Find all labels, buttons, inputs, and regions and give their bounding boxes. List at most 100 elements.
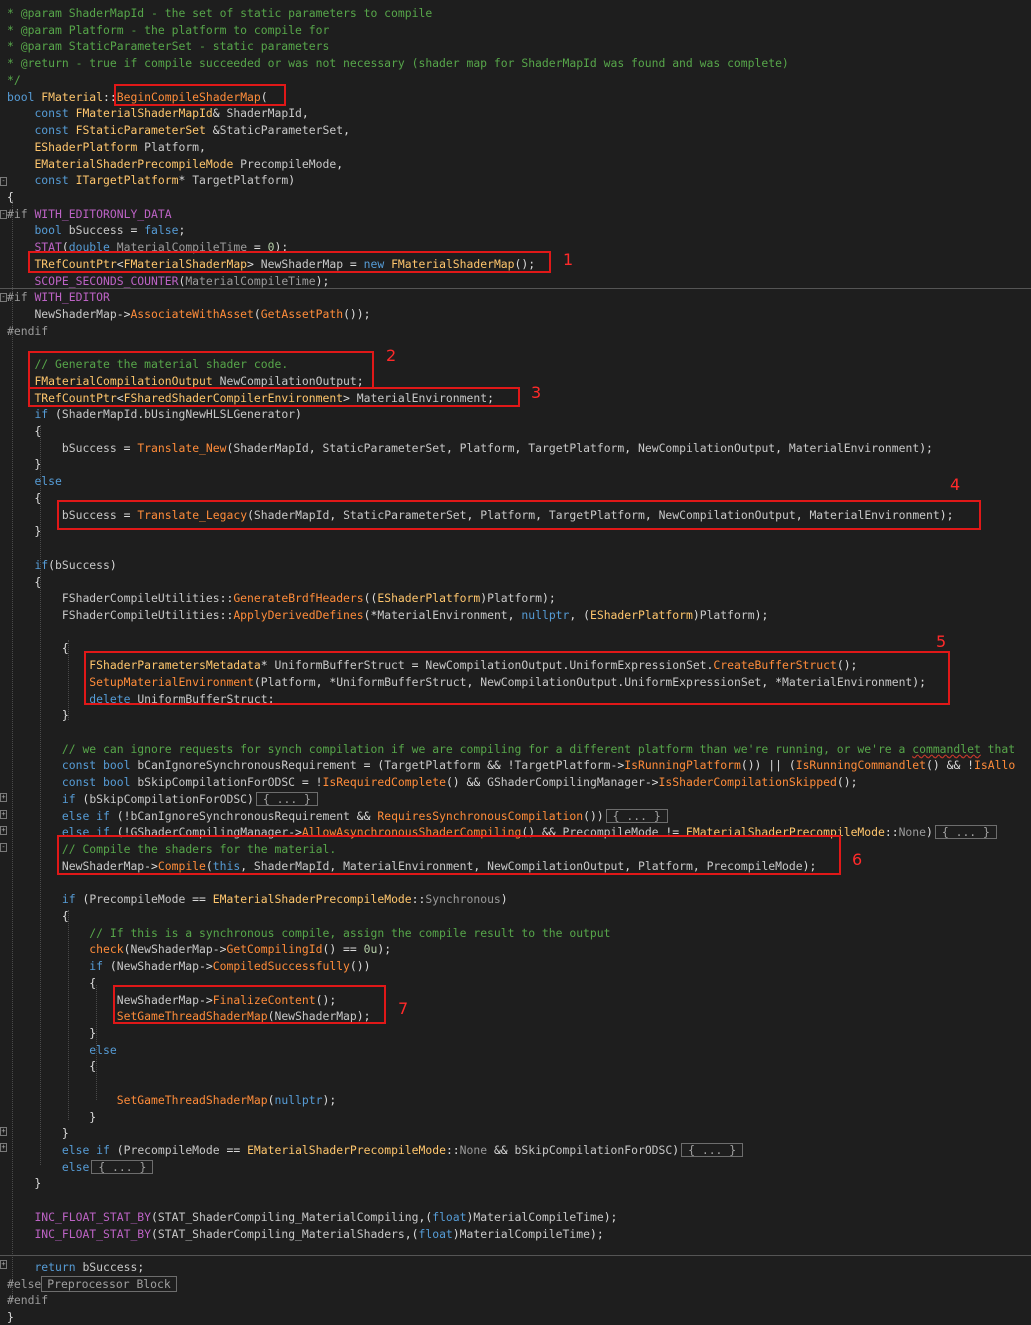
code-editor[interactable]: * @param ShaderMapId - the set of static…	[0, 0, 1031, 1324]
code-line[interactable]: {	[7, 975, 96, 991]
code-line[interactable]: EShaderPlatform Platform,	[7, 139, 205, 155]
code-line[interactable]: else if (!bCanIgnoreSynchronousRequireme…	[7, 808, 668, 824]
code-line[interactable]: else	[7, 1042, 116, 1058]
code-line[interactable]: {	[7, 574, 41, 590]
code-line[interactable]: EMaterialShaderPrecompileMode Precompile…	[7, 156, 343, 172]
code-line[interactable]: }	[7, 1109, 96, 1125]
collapsed-block-badge[interactable]: { ... }	[681, 1143, 744, 1157]
fold-marker[interactable]: +	[0, 1260, 7, 1269]
code-token: ,	[343, 123, 350, 137]
code-line[interactable]: {	[7, 908, 69, 924]
code-line[interactable]: else{ ... }	[7, 1159, 154, 1175]
code-line[interactable]: * @param ShaderMapId - the set of static…	[7, 5, 432, 21]
code-line[interactable]: SCOPE_SECONDS_COUNTER(MaterialCompileTim…	[7, 273, 329, 289]
code-line[interactable]: {	[7, 423, 41, 439]
code-line[interactable]: {	[7, 640, 69, 656]
collapsed-block-badge[interactable]: { ... }	[605, 808, 668, 823]
code-token: )	[295, 407, 302, 422]
fold-marker[interactable]: +	[0, 810, 7, 819]
code-line[interactable]: if (PrecompileMode == EMaterialShaderPre…	[7, 891, 508, 907]
code-token: ,	[775, 440, 789, 455]
code-token: (	[253, 307, 261, 321]
code-line[interactable]: INC_FLOAT_STAT_BY(STAT_ShaderCompiling_M…	[7, 1226, 603, 1242]
collapsed-block-badge[interactable]: { ... }	[255, 791, 318, 806]
code-token: StaticParameterSet	[219, 123, 344, 137]
fold-marker[interactable]: -	[0, 177, 7, 186]
code-line[interactable]: FShaderCompileUtilities::GenerateBrdfHea…	[7, 590, 556, 606]
code-line[interactable]: return bSuccess;	[7, 1259, 144, 1275]
code-line[interactable]: #endif	[7, 323, 48, 339]
code-token: const	[34, 173, 76, 188]
fold-marker[interactable]: +	[0, 826, 7, 835]
code-line[interactable]: */	[7, 72, 21, 88]
code-line[interactable]: if(bSuccess)	[7, 557, 116, 573]
code-line[interactable]: INC_FLOAT_STAT_BY(STAT_ShaderCompiling_M…	[7, 1209, 617, 1225]
code-line[interactable]: #if WITH_EDITORONLY_DATA	[7, 206, 172, 222]
code-line[interactable]: {	[7, 490, 41, 506]
code-token: // If this is a synchronous compile, ass…	[89, 925, 611, 940]
fold-marker[interactable]: -	[0, 210, 7, 219]
code-line[interactable]: {	[7, 1058, 96, 1074]
code-token: FShaderCompileUtilities	[61, 591, 220, 606]
code-line[interactable]: #if WITH_EDITOR	[7, 289, 110, 305]
code-line[interactable]: bool bSuccess = false;	[7, 222, 185, 238]
code-token: (	[55, 407, 62, 422]
code-line[interactable]: bSuccess = Translate_New(ShaderMapId, St…	[7, 440, 933, 456]
fold-marker[interactable]: +	[0, 793, 7, 802]
collapsed-block-badge[interactable]: { ... }	[934, 825, 997, 840]
code-line[interactable]: #endif	[7, 1292, 48, 1308]
collapsed-block-badge[interactable]: { ... }	[91, 1159, 154, 1174]
code-line[interactable]: else	[7, 473, 61, 489]
fold-marker[interactable]: -	[0, 293, 7, 302]
code-line[interactable]: FShaderCompileUtilities::ApplyDerivedDef…	[7, 607, 768, 623]
code-line[interactable]: const ITargetPlatform* TargetPlatform)	[7, 172, 295, 188]
code-line[interactable]: if (NewShaderMap->CompiledSuccessfully()…	[7, 958, 370, 974]
fold-marker[interactable]: +	[0, 1127, 7, 1136]
code-line[interactable]: }	[7, 1309, 14, 1325]
code-line[interactable]: else if (PrecompileMode == EMaterialShad…	[7, 1142, 744, 1158]
code-line[interactable]: NewShaderMap->AssociateWithAsset(GetAsse…	[7, 306, 370, 322]
code-line[interactable]: * @param Platform - the platform to comp…	[7, 22, 329, 38]
code-token: Synchronous	[425, 892, 501, 907]
code-line[interactable]: * @return - true if compile succeeded or…	[7, 55, 789, 71]
code-token: CompiledSuccessfully	[212, 959, 350, 973]
code-line[interactable]: // If this is a synchronous compile, ass…	[7, 925, 611, 941]
code-token: AssociateWithAsset	[130, 307, 254, 321]
code-line[interactable]: // we can ignore requests for synch comp…	[7, 741, 1015, 757]
code-token: GetAssetPath	[260, 307, 344, 321]
code-token: =	[116, 440, 138, 455]
code-line[interactable]: }	[7, 456, 41, 472]
code-line[interactable]: const FStaticParameterSet &StaticParamet…	[7, 122, 350, 138]
code-token: if	[89, 959, 110, 973]
code-line[interactable]: const bool bCanIgnoreSynchronousRequirem…	[7, 757, 1015, 773]
code-line[interactable]: }	[7, 1175, 41, 1191]
code-line[interactable]: SetGameThreadShaderMap(nullptr);	[7, 1092, 336, 1108]
code-line[interactable]: if (ShaderMapId.bUsingNewHLSLGenerator)	[7, 406, 302, 422]
code-line[interactable]: }	[7, 523, 41, 539]
code-line[interactable]: {	[7, 189, 14, 205]
code-line[interactable]: }	[7, 707, 69, 723]
code-line[interactable]: }	[7, 1025, 96, 1041]
code-token: MaterialEnvironment	[788, 440, 920, 455]
code-token: () ==	[322, 942, 364, 957]
code-line[interactable]: const bool bSkipCompilationForODSC = !Is…	[7, 774, 858, 790]
code-line[interactable]: #else Preprocessor Block	[7, 1275, 177, 1292]
code-token: Platform	[144, 139, 200, 154]
code-token: Platform	[487, 591, 542, 606]
code-line[interactable]: check(NewShaderMap->GetCompilingId() == …	[7, 941, 391, 957]
fold-marker[interactable]: -	[0, 843, 7, 852]
code-token: else	[61, 1159, 90, 1174]
code-line[interactable]: }	[7, 1125, 69, 1141]
fold-marker[interactable]: +	[0, 1143, 7, 1152]
code-line[interactable]: * @param StaticParameterSet - static par…	[7, 38, 329, 54]
code-line[interactable]: const FMaterialShaderMapId& ShaderMapId,	[7, 105, 308, 121]
preprocessor-block-badge[interactable]: Preprocessor Block	[41, 1275, 177, 1292]
code-token: PrecompileMode	[240, 156, 337, 171]
code-line[interactable]: if (bSkipCompilationForODSC){ ... }	[7, 791, 318, 807]
